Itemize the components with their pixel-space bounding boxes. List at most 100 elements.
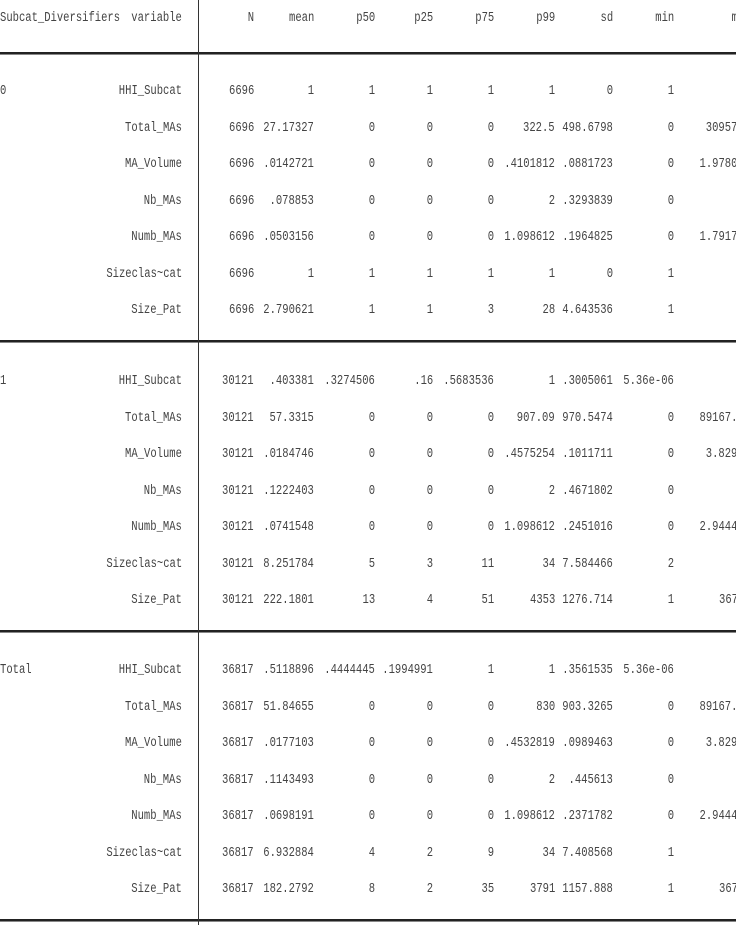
stat-value: 0 <box>426 193 434 209</box>
stat-value: .1143493 <box>263 772 314 788</box>
group-label: Total <box>0 663 32 678</box>
stat-value: 1 <box>667 845 675 861</box>
stat-value: 4.643536 <box>562 303 613 318</box>
stat-value: 970.5474 <box>562 410 613 426</box>
stat-value: 0 <box>487 520 495 535</box>
stat-value: 498.6798 <box>562 120 613 136</box>
stat-value: .4671802 <box>562 483 613 499</box>
stat-value: 0 <box>487 447 495 462</box>
stat-value: 3.8298 <box>705 736 736 751</box>
stat-value: 30121 <box>222 556 254 572</box>
stat-value: 6696 <box>229 303 255 318</box>
stat-value: 51 <box>481 593 495 608</box>
stat-value: 1276.714 <box>562 593 613 608</box>
stat-value: 1 <box>426 266 434 282</box>
stat-value: 27.17327 <box>263 120 314 136</box>
stat-value: 0 <box>487 483 495 499</box>
stat-value: 2 <box>426 882 434 897</box>
stat-value: 34 <box>542 556 556 572</box>
stat-value: 0 <box>426 809 434 824</box>
stat-value: 2.94443 <box>699 809 736 824</box>
stat-value: .0503156 <box>263 230 314 245</box>
stat-value: 1 <box>667 593 675 608</box>
stat-value: 8 <box>368 882 376 897</box>
stat-value: 9 <box>487 845 495 861</box>
stat-value: .4575254 <box>504 447 555 462</box>
stat-value: 30121 <box>222 520 254 535</box>
stat-value: .5683536 <box>443 374 494 389</box>
column-header: ma <box>732 8 736 30</box>
stat-value: .16 <box>414 374 434 389</box>
stat-value: 5 <box>368 556 376 572</box>
horizontal-rule <box>0 52 736 55</box>
stat-value: 1 <box>548 84 556 99</box>
stat-value: 0 <box>426 120 434 136</box>
stat-value: 0 <box>667 120 675 136</box>
stat-value: 1 <box>368 84 376 99</box>
stat-value: 89167.7 <box>699 699 736 715</box>
stat-value: 0 <box>487 410 495 426</box>
stat-value: 36817 <box>222 663 254 678</box>
stat-value: .2371782 <box>562 809 613 824</box>
variable-name: Sizeclas~cat <box>106 266 183 282</box>
stat-value: 3677 <box>719 882 736 897</box>
stat-value: 0 <box>487 699 495 715</box>
stat-value: 1 <box>368 303 376 318</box>
stat-value: 6696 <box>229 193 255 209</box>
stat-value: 6696 <box>229 230 255 245</box>
stat-value: 2 <box>548 193 556 209</box>
stat-value: 3791 <box>530 882 556 897</box>
stat-value: 2 <box>548 772 556 788</box>
stat-value: 36817 <box>222 699 254 715</box>
column-divider <box>198 0 199 925</box>
variable-name: Numb_MAs <box>131 809 182 824</box>
stat-value: 0 <box>368 193 376 209</box>
stat-value: .1964825 <box>562 230 613 245</box>
stat-value: .2451016 <box>562 520 613 535</box>
stat-value: 830 <box>536 699 556 715</box>
stat-value: 0 <box>667 736 675 751</box>
stat-value: 6.932884 <box>263 845 314 861</box>
stat-value: .4444445 <box>324 663 375 678</box>
variable-name: HHI_Subcat <box>118 374 183 389</box>
stat-value: 0 <box>667 230 675 245</box>
stat-value: 8.251784 <box>263 556 314 572</box>
column-header: variable <box>131 11 182 26</box>
variable-name: MA_Volume <box>125 447 182 462</box>
stat-value: .0177103 <box>263 736 314 751</box>
horizontal-rule <box>0 340 736 343</box>
stat-value: 0 <box>667 520 675 535</box>
column-header: min <box>655 11 675 26</box>
variable-name: Nb_MAs <box>143 193 182 209</box>
stat-value: 0 <box>426 520 434 535</box>
horizontal-rule <box>0 630 736 633</box>
stat-value: 30121 <box>222 447 254 462</box>
stat-value: 6696 <box>229 266 255 282</box>
stat-value: 0 <box>426 772 434 788</box>
variable-name: MA_Volume <box>125 736 182 751</box>
variable-name: Total_MAs <box>125 120 182 136</box>
variable-name: HHI_Subcat <box>118 84 183 99</box>
variable-name: Total_MAs <box>125 410 182 426</box>
stat-value: .5118896 <box>263 663 314 678</box>
stat-value: 2.790621 <box>263 303 314 318</box>
stat-value: 3677 <box>719 593 736 608</box>
stat-value: 1 <box>487 266 495 282</box>
variable-name: Sizeclas~cat <box>106 845 183 861</box>
stat-value: .3005061 <box>562 374 613 389</box>
stat-value: 222.1801 <box>263 593 314 608</box>
stat-value: 36817 <box>222 882 254 897</box>
stat-value: 1 <box>426 303 434 318</box>
stat-value: 4353 <box>530 593 556 608</box>
stat-value: 0 <box>368 447 376 462</box>
stat-value: 30121 <box>222 374 254 389</box>
stat-value: 5.36e-06 <box>623 663 674 678</box>
stat-value: 2 <box>426 845 434 861</box>
stat-value: 1.098612 <box>504 809 555 824</box>
stat-value: .1222403 <box>263 483 314 499</box>
variable-name: Nb_MAs <box>143 483 182 499</box>
stat-value: 30121 <box>222 593 254 608</box>
stat-value: 0 <box>426 736 434 751</box>
stat-value: 7.408568 <box>562 845 613 861</box>
stat-value: 0 <box>368 410 376 426</box>
